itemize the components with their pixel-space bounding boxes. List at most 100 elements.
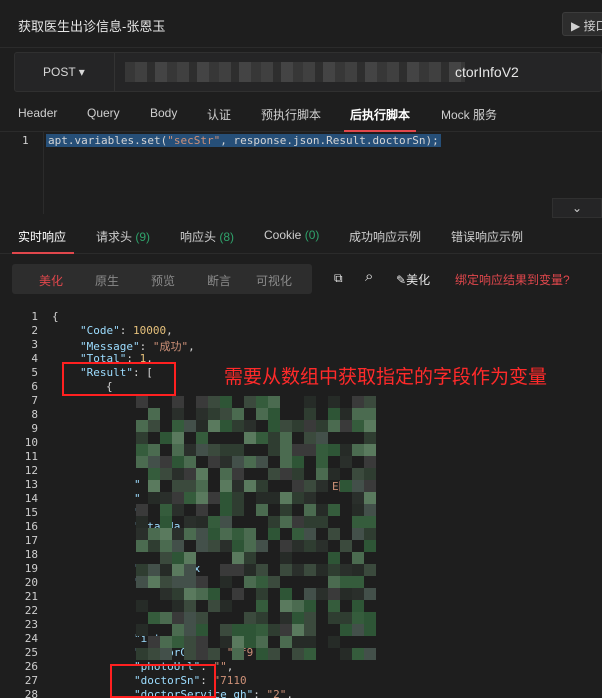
mosaic-cell xyxy=(184,648,196,660)
mosaic-cell xyxy=(172,528,184,540)
tab-mock[interactable]: Mock 服务 xyxy=(441,106,497,123)
tab-body[interactable]: Body xyxy=(150,106,177,120)
tab-auth[interactable]: 认证 xyxy=(207,106,231,123)
tab-query[interactable]: Query xyxy=(87,106,120,120)
script-editor[interactable]: 1 apt.variables.set("secStr", response.j… xyxy=(0,132,602,214)
mosaic-cell xyxy=(256,624,268,636)
mosaic-cell xyxy=(232,444,244,456)
mosaic-cell xyxy=(280,564,292,576)
line-number: 10 xyxy=(24,436,38,449)
mosaic-cell xyxy=(316,516,328,528)
view-assert[interactable]: 断言 xyxy=(207,272,231,289)
mosaic-cell xyxy=(196,492,208,504)
mosaic-cell xyxy=(364,432,376,444)
mosaic-cell xyxy=(148,468,160,480)
mosaic-cell xyxy=(232,492,244,504)
mosaic-cell xyxy=(208,600,220,612)
mosaic-cell xyxy=(328,396,340,408)
mosaic-cell xyxy=(280,624,292,636)
mosaic-cell xyxy=(220,624,232,636)
mosaic-cell xyxy=(328,468,340,480)
mosaic-cell xyxy=(256,492,268,504)
copy-icon[interactable]: ⧉ xyxy=(334,271,343,286)
mosaic-cell xyxy=(304,528,316,540)
mosaic-cell xyxy=(304,588,316,600)
json-sep: : xyxy=(253,688,267,698)
chevron-down-icon[interactable]: ⌄ xyxy=(552,198,602,218)
tab-cookie[interactable]: Cookie (0) xyxy=(264,228,319,242)
json-punct: , xyxy=(226,660,234,673)
tab-success-example[interactable]: 成功响应示例 xyxy=(349,228,421,245)
mosaic-cell xyxy=(304,612,316,624)
mosaic-cell xyxy=(304,624,316,636)
mosaic-cell xyxy=(136,420,148,432)
mosaic-cell xyxy=(364,648,376,660)
mosaic-cell xyxy=(364,408,376,420)
mosaic-cell xyxy=(352,468,364,480)
mosaic-cell xyxy=(136,516,148,528)
mosaic-cell xyxy=(280,468,292,480)
view-beautify[interactable]: 美化 xyxy=(39,272,63,289)
mosaic-cell xyxy=(136,624,148,636)
line-number: 17 xyxy=(24,534,38,547)
mosaic-cell xyxy=(196,576,208,588)
tab-response-headers[interactable]: 响应头 (8) xyxy=(180,228,234,245)
mosaic-cell xyxy=(316,504,328,516)
mosaic-cell xyxy=(328,636,340,648)
mosaic-cell xyxy=(304,504,316,516)
mosaic-cell xyxy=(352,600,364,612)
mosaic-cell xyxy=(244,420,256,432)
mosaic-cell xyxy=(316,420,328,432)
mosaic-cell xyxy=(328,528,340,540)
mosaic-cell xyxy=(292,492,304,504)
tab-count: (8) xyxy=(219,230,235,244)
mosaic-cell xyxy=(220,492,232,504)
mosaic-cell xyxy=(340,648,352,660)
tab-pre-script[interactable]: 预执行脚本 xyxy=(261,106,321,123)
mosaic-cell xyxy=(136,444,148,456)
mosaic-cell xyxy=(172,588,184,600)
request-title: 获取医生出诊信息-张恩玉 xyxy=(18,19,166,34)
mosaic-cell xyxy=(136,456,148,468)
url-input[interactable]: ctorInfoV2 xyxy=(125,53,595,91)
view-raw[interactable]: 原生 xyxy=(95,272,119,289)
tab-post-script[interactable]: 后执行脚本 xyxy=(350,106,410,123)
mosaic-cell xyxy=(304,480,316,492)
mosaic-cell xyxy=(304,564,316,576)
response-tabs: 实时响应 请求头 (9) 响应头 (8) Cookie (0) 成功响应示例 错… xyxy=(0,218,602,254)
mosaic-cell xyxy=(280,636,292,648)
annotation-text: 需要从数组中获取指定的字段作为变量 xyxy=(224,367,548,388)
mosaic-cell xyxy=(292,480,304,492)
tab-live-response[interactable]: 实时响应 xyxy=(18,228,66,245)
mosaic-cell xyxy=(184,564,196,576)
mosaic-cell xyxy=(136,600,148,612)
mosaic-cell xyxy=(208,420,220,432)
mosaic-cell xyxy=(280,492,292,504)
interface-button[interactable]: ▶ 接口 xyxy=(562,12,602,36)
mosaic-cell xyxy=(196,516,208,528)
bind-response-to-variable-link[interactable]: 绑定响应结果到变量? xyxy=(455,271,570,288)
beautify-button[interactable]: ✎美化 xyxy=(396,271,430,288)
tab-label: 响应头 xyxy=(180,230,217,244)
mosaic-cell xyxy=(160,540,172,552)
mosaic-cell xyxy=(208,588,220,600)
tab-header[interactable]: Header xyxy=(18,106,57,120)
search-icon[interactable]: ⌕ xyxy=(365,268,373,285)
view-visualize[interactable]: 可视化 xyxy=(256,272,292,289)
mosaic-cell xyxy=(364,468,376,480)
mosaic-cell xyxy=(172,420,184,432)
tab-request-headers[interactable]: 请求头 (9) xyxy=(96,228,150,245)
pen-icon: ✎ xyxy=(396,273,407,287)
code-line: 20" xyxy=(0,576,602,590)
view-preview[interactable]: 预览 xyxy=(151,272,175,289)
mosaic-cell xyxy=(160,468,172,480)
code-prefix: apt.variables.set( xyxy=(48,134,168,147)
method-select[interactable]: POST ▾ xyxy=(15,53,115,91)
mosaic-cell xyxy=(220,504,232,516)
mosaic-cell xyxy=(232,648,244,660)
tab-error-example[interactable]: 错误响应示例 xyxy=(451,228,523,245)
mosaic-cell xyxy=(340,480,352,492)
script-code-line[interactable]: apt.variables.set("secStr", response.jso… xyxy=(46,134,441,147)
mosaic-cell xyxy=(220,540,232,552)
mosaic-cell xyxy=(328,588,340,600)
